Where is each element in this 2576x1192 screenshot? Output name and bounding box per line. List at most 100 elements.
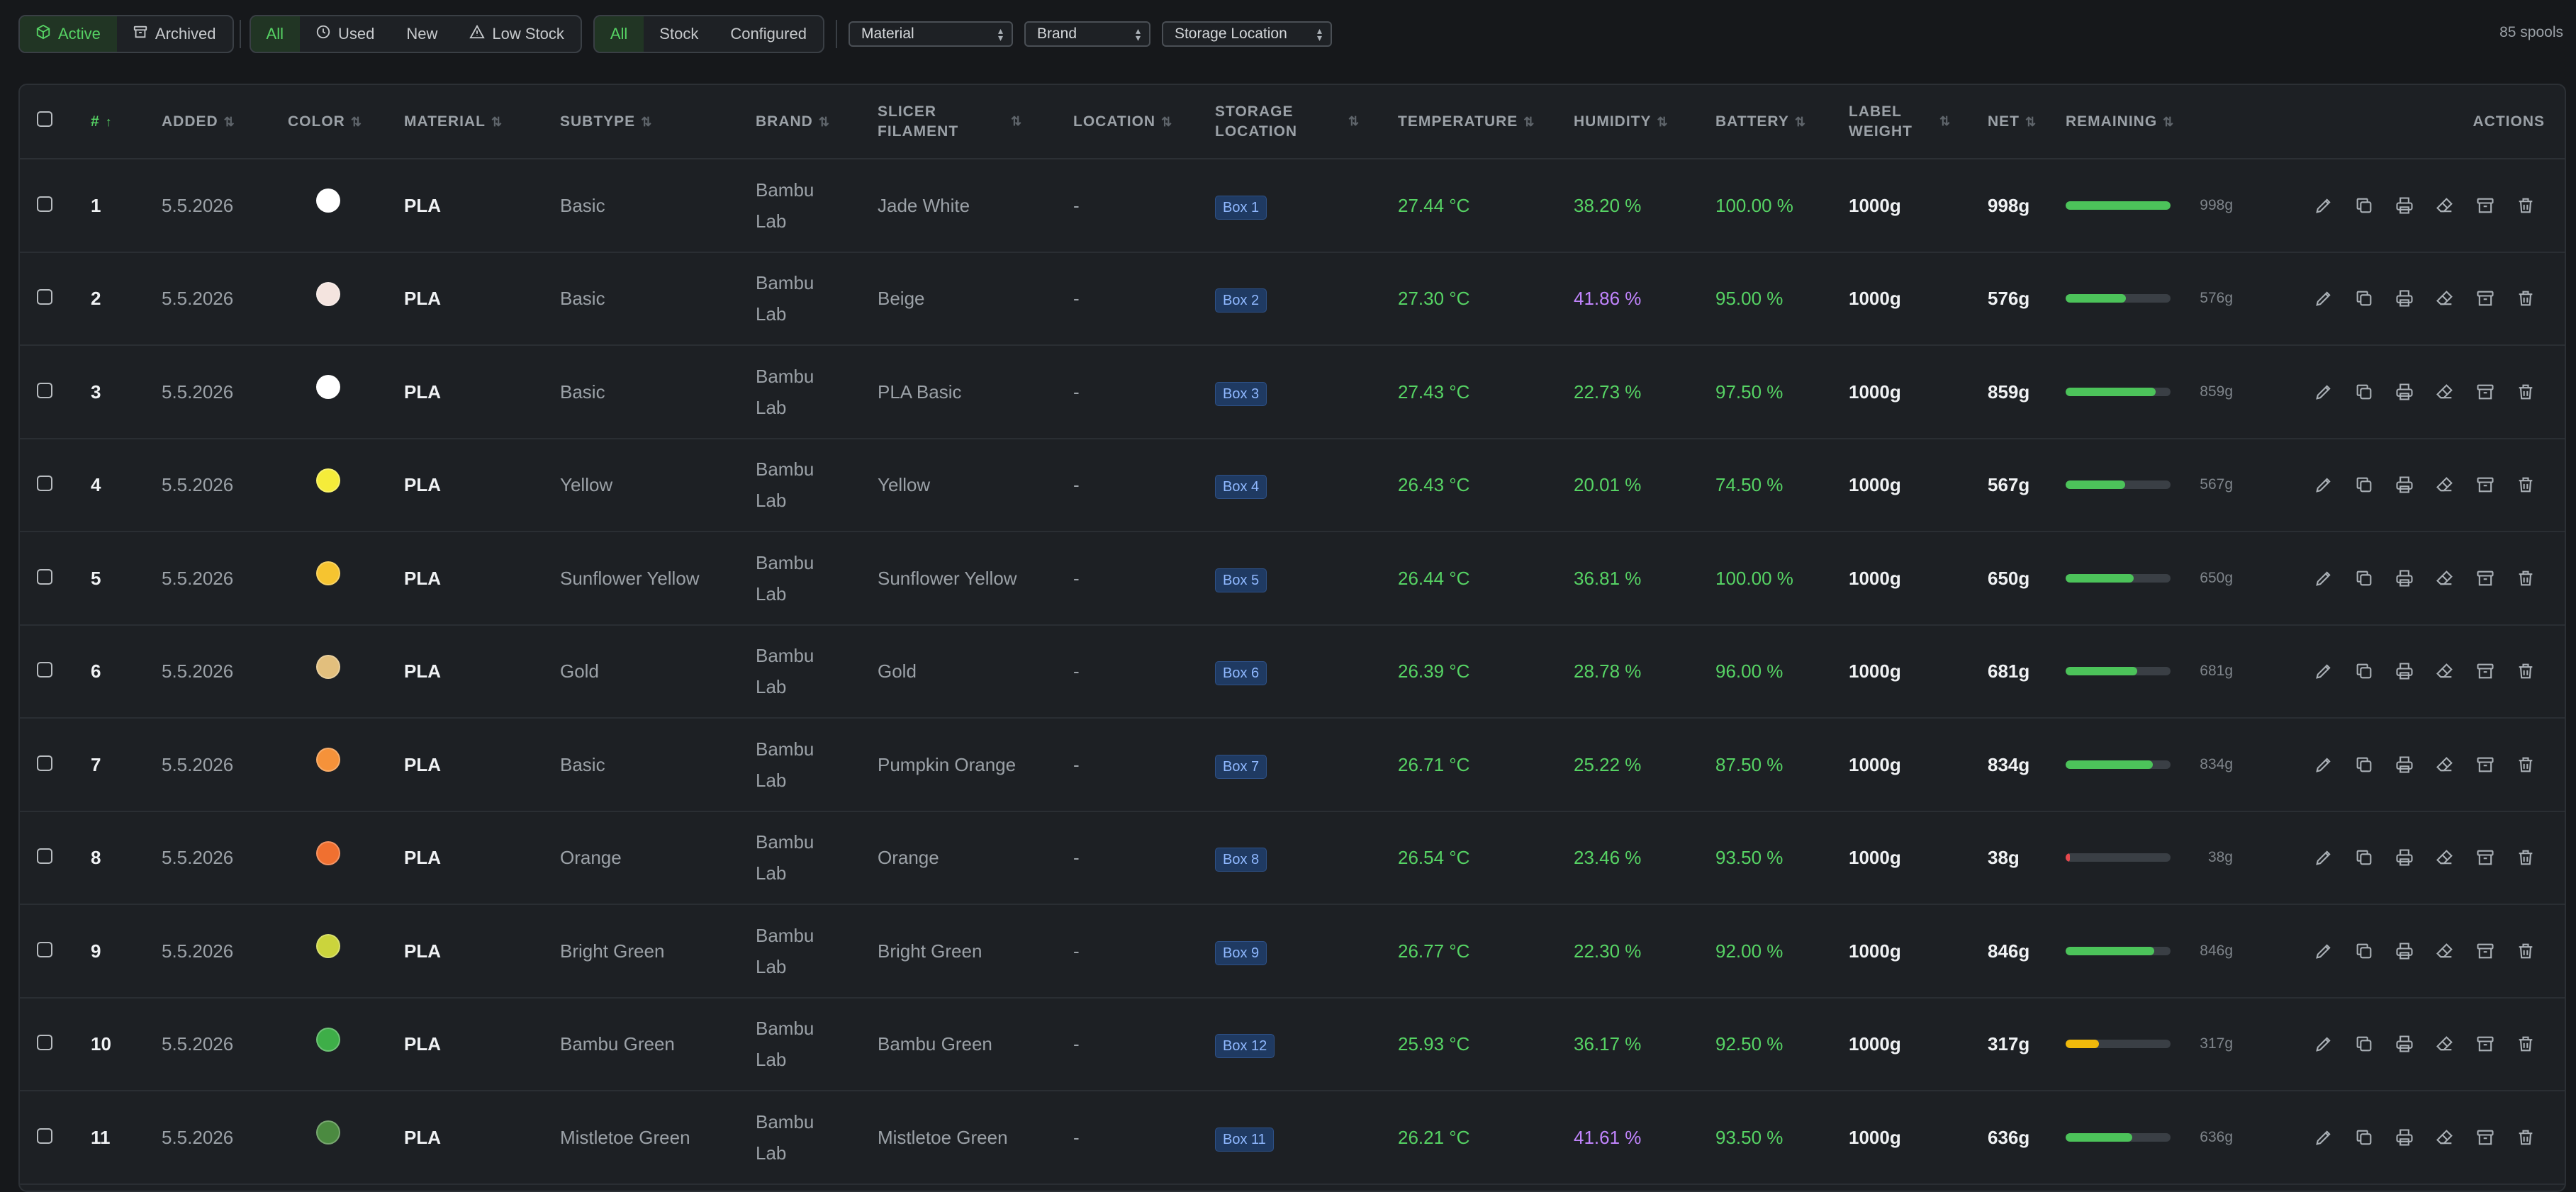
eraser-icon[interactable] [2434, 288, 2455, 309]
print-icon[interactable] [2394, 568, 2415, 589]
edit-icon[interactable] [2313, 754, 2334, 775]
edit-icon[interactable] [2313, 1033, 2334, 1055]
table-row[interactable]: 8 5.5.2026 PLA Orange Bambu Lab Orange -… [20, 811, 2565, 904]
row-checkbox[interactable] [37, 941, 52, 957]
filter-active[interactable]: Active [20, 16, 117, 52]
trash-icon[interactable] [2515, 195, 2536, 216]
edit-icon[interactable] [2313, 381, 2334, 403]
filter-stock[interactable]: Stock [644, 16, 715, 52]
duplicate-icon[interactable] [2353, 1127, 2375, 1148]
storage-badge[interactable]: Box 9 [1215, 940, 1267, 965]
archive-icon[interactable] [2475, 660, 2496, 682]
eraser-icon[interactable] [2434, 1033, 2455, 1055]
duplicate-icon[interactable] [2353, 381, 2375, 403]
edit-icon[interactable] [2313, 568, 2334, 589]
duplicate-icon[interactable] [2353, 754, 2375, 775]
col-battery[interactable]: Battery ⇅ [1715, 85, 1849, 159]
storage-location-select[interactable]: Storage Location ▴ ▾ [1161, 21, 1332, 47]
col-subtype[interactable]: Subtype ⇅ [560, 85, 756, 159]
col-storage-location[interactable]: Storage Location⇅ [1215, 85, 1398, 159]
row-checkbox[interactable] [37, 755, 52, 771]
col-id[interactable]: # ↑ [91, 85, 162, 159]
eraser-icon[interactable] [2434, 660, 2455, 682]
archive-icon[interactable] [2475, 1033, 2496, 1055]
archive-icon[interactable] [2475, 568, 2496, 589]
filter-new[interactable]: New [391, 16, 454, 52]
filter-used[interactable]: Used [300, 16, 391, 52]
filter-config-all[interactable]: All [594, 16, 644, 52]
col-color[interactable]: Color ⇅ [288, 85, 404, 159]
col-label-weight[interactable]: Label Weight⇅ [1849, 85, 1988, 159]
table-row[interactable]: 4 5.5.2026 PLA Yellow Bambu Lab Yellow -… [20, 439, 2565, 532]
storage-badge[interactable]: Box 7 [1215, 754, 1267, 779]
row-checkbox[interactable] [37, 476, 52, 492]
duplicate-icon[interactable] [2353, 568, 2375, 589]
archive-icon[interactable] [2475, 754, 2496, 775]
storage-badge[interactable]: Box 11 [1215, 1127, 1274, 1152]
row-checkbox[interactable] [37, 662, 52, 678]
table-row[interactable]: 1 5.5.2026 PLA Basic Bambu Lab Jade Whit… [20, 159, 2565, 252]
print-icon[interactable] [2394, 1033, 2415, 1055]
edit-icon[interactable] [2313, 288, 2334, 309]
col-brand[interactable]: Brand ⇅ [756, 85, 878, 159]
edit-icon[interactable] [2313, 660, 2334, 682]
duplicate-icon[interactable] [2353, 474, 2375, 495]
storage-badge[interactable]: Box 5 [1215, 568, 1267, 592]
trash-icon[interactable] [2515, 754, 2536, 775]
storage-badge[interactable]: Box 3 [1215, 381, 1267, 406]
archive-icon[interactable] [2475, 940, 2496, 962]
storage-badge[interactable]: Box 4 [1215, 475, 1267, 500]
trash-icon[interactable] [2515, 1127, 2536, 1148]
table-row[interactable]: 10 5.5.2026 PLA Bambu Green Bambu Lab Ba… [20, 998, 2565, 1091]
print-icon[interactable] [2394, 381, 2415, 403]
col-humidity[interactable]: Humidity ⇅ [1574, 85, 1715, 159]
trash-icon[interactable] [2515, 288, 2536, 309]
duplicate-icon[interactable] [2353, 1033, 2375, 1055]
eraser-icon[interactable] [2434, 568, 2455, 589]
eraser-icon[interactable] [2434, 195, 2455, 216]
edit-icon[interactable] [2313, 195, 2334, 216]
row-checkbox[interactable] [37, 1035, 52, 1051]
duplicate-icon[interactable] [2353, 660, 2375, 682]
archive-icon[interactable] [2475, 474, 2496, 495]
archive-icon[interactable] [2475, 381, 2496, 403]
eraser-icon[interactable] [2434, 381, 2455, 403]
print-icon[interactable] [2394, 940, 2415, 962]
eraser-icon[interactable] [2434, 754, 2455, 775]
edit-icon[interactable] [2313, 1127, 2334, 1148]
trash-icon[interactable] [2515, 1033, 2536, 1055]
table-row[interactable]: 5 5.5.2026 PLA Sunflower Yellow Bambu La… [20, 532, 2565, 625]
table-row[interactable]: 6 5.5.2026 PLA Gold Bambu Lab Gold - Box… [20, 625, 2565, 718]
material-select[interactable]: Material ▴ ▾ [848, 21, 1013, 47]
col-slicer-filament[interactable]: Slicer Filament⇅ [878, 85, 1073, 159]
duplicate-icon[interactable] [2353, 288, 2375, 309]
duplicate-icon[interactable] [2353, 195, 2375, 216]
edit-icon[interactable] [2313, 847, 2334, 868]
storage-badge[interactable]: Box 1 [1215, 195, 1267, 220]
trash-icon[interactable] [2515, 940, 2536, 962]
print-icon[interactable] [2394, 474, 2415, 495]
archive-icon[interactable] [2475, 847, 2496, 868]
table-row[interactable]: 2 5.5.2026 PLA Basic Bambu Lab Beige - B… [20, 252, 2565, 345]
filter-usage-all[interactable]: All [250, 16, 300, 52]
col-remaining[interactable]: Remaining ⇅ [2066, 85, 2260, 159]
col-material[interactable]: Material ⇅ [404, 85, 560, 159]
row-checkbox[interactable] [37, 289, 52, 305]
select-all-checkbox[interactable] [37, 111, 52, 127]
trash-icon[interactable] [2515, 660, 2536, 682]
eraser-icon[interactable] [2434, 1127, 2455, 1148]
edit-icon[interactable] [2313, 474, 2334, 495]
archive-icon[interactable] [2475, 195, 2496, 216]
storage-badge[interactable]: Box 8 [1215, 848, 1267, 872]
col-location[interactable]: Location ⇅ [1073, 85, 1215, 159]
filter-configured[interactable]: Configured [715, 16, 823, 52]
row-checkbox[interactable] [37, 1128, 52, 1144]
row-checkbox[interactable] [37, 196, 52, 212]
table-row[interactable]: 7 5.5.2026 PLA Basic Bambu Lab Pumpkin O… [20, 718, 2565, 811]
print-icon[interactable] [2394, 660, 2415, 682]
storage-badge[interactable]: Box 12 [1215, 1034, 1275, 1059]
trash-icon[interactable] [2515, 847, 2536, 868]
trash-icon[interactable] [2515, 474, 2536, 495]
table-row[interactable]: 11 5.5.2026 PLA Mistletoe Green Bambu La… [20, 1091, 2565, 1184]
filter-low-stock[interactable]: Low Stock [454, 16, 580, 52]
